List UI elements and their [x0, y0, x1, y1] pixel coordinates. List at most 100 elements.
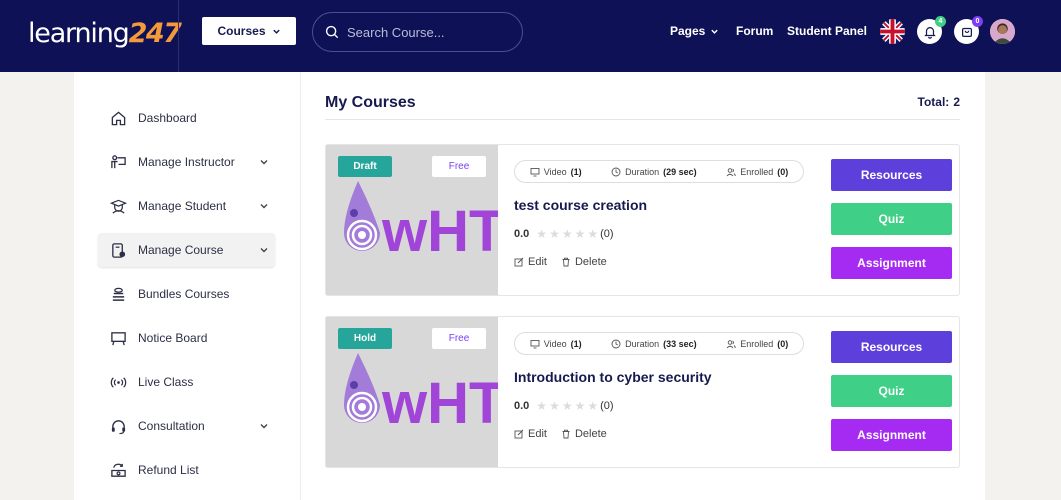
video-count: Video (1) [530, 167, 582, 177]
enrolled-count: Enrolled (0) [726, 339, 788, 349]
sidebar-divider [300, 72, 301, 500]
home-icon [109, 109, 127, 127]
users-icon [726, 339, 736, 348]
star-icon: ★ [561, 399, 573, 413]
enrolled-count: Enrolled (0) [726, 167, 788, 177]
sidebar-item-label: Live Class [138, 375, 194, 389]
chevron-down-icon [260, 248, 268, 253]
search-icon [325, 25, 339, 39]
sidebar-item-label: Bundles Courses [138, 287, 230, 301]
nav-student-panel[interactable]: Student Panel [787, 24, 867, 38]
duration: Duration (33 sec) [611, 339, 697, 349]
chevron-down-icon [260, 160, 268, 165]
chevron-down-icon [711, 29, 719, 34]
broadcast-icon [109, 373, 127, 391]
edit-button[interactable]: Edit [514, 256, 547, 268]
course-logo-image: wHTa [344, 181, 498, 264]
sidebar-item-manage-instructor[interactable]: Manage Instructor [98, 145, 275, 179]
sidebar-item-dashboard[interactable]: Dashboard [98, 101, 275, 135]
star-icon: ★ [574, 399, 586, 413]
chevron-down-icon [260, 424, 268, 429]
course-thumbnail[interactable]: wHTa Draft Free [326, 145, 498, 295]
course-thumbnail[interactable]: wHTa Hold Free [326, 317, 498, 467]
duration: Duration (29 sec) [611, 167, 697, 177]
bundle-icon [109, 285, 127, 303]
rating-count: (0) [600, 400, 614, 412]
cart-button[interactable]: 0 [954, 16, 983, 44]
edit-icon [514, 257, 524, 267]
language-flag-icon[interactable] [880, 19, 905, 44]
top-navbar: learning247 Courses Pages Forum Student … [0, 0, 1061, 72]
assignment-button[interactable]: Assignment [831, 419, 952, 451]
nav-student-panel-label: Student Panel [787, 24, 868, 38]
total-value: 2 [953, 95, 960, 109]
price-badge: Free [432, 328, 486, 349]
course-card: wHTa Hold Free Video(1) Duration(33 sec)… [325, 316, 960, 468]
course-meta: Video (1) Duration (29 sec) Enrolled (0) [514, 160, 804, 183]
course-logo-image: wHTa [344, 353, 498, 436]
notification-button[interactable]: 4 [917, 16, 946, 44]
assignment-button[interactable]: Assignment [831, 247, 952, 279]
search-input[interactable] [347, 24, 507, 40]
rating-value: 0.0 [514, 228, 530, 240]
nav-pages[interactable]: Pages [670, 24, 719, 38]
headset-icon [109, 417, 127, 435]
star-icon: ★ [587, 227, 599, 241]
courses-button-label: Courses [217, 24, 266, 38]
notification-count-badge: 4 [935, 16, 946, 27]
sidebar-item-label: Manage Course [138, 243, 224, 257]
logo-number: 247 [128, 17, 182, 49]
delete-button[interactable]: Delete [561, 428, 607, 440]
resources-button[interactable]: Resources [831, 331, 952, 363]
quiz-button[interactable]: Quiz [831, 375, 952, 407]
clock-icon [611, 339, 621, 348]
user-avatar[interactable] [990, 19, 1015, 44]
nav-pages-label: Pages [670, 24, 706, 38]
star-icon: ★ [549, 227, 560, 241]
sidebar-item-refund-list[interactable]: Refund List [98, 453, 275, 487]
resources-button[interactable]: Resources [831, 159, 952, 191]
sidebar-item-notice-board[interactable]: Notice Board [98, 321, 275, 355]
users-icon [726, 167, 736, 176]
header-divider [178, 0, 179, 72]
sidebar-item-live-class[interactable]: Live Class [98, 365, 275, 399]
status-badge: Hold [338, 328, 392, 349]
edit-icon [514, 429, 524, 439]
trash-icon [562, 257, 570, 267]
course-title[interactable]: Introduction to cyber security [514, 369, 712, 385]
course-rating: 0.0 ★ ★ ★ ★ ★ (0) [514, 399, 614, 413]
delete-button[interactable]: Delete [561, 256, 607, 268]
site-logo[interactable]: learning 247 [28, 14, 182, 52]
courses-dropdown-button[interactable]: Courses [202, 17, 296, 45]
course-icon [109, 241, 127, 259]
star-icon: ★ [536, 227, 548, 241]
course-actions: Edit Delete [514, 256, 607, 268]
price-badge: Free [432, 156, 486, 177]
sidebar-item-bundles-courses[interactable]: Bundles Courses [98, 277, 275, 311]
quiz-button[interactable]: Quiz [831, 203, 952, 235]
sidebar-item-label: Manage Instructor [138, 155, 235, 169]
nav-forum[interactable]: Forum [736, 24, 773, 38]
page-title: My Courses [325, 94, 416, 111]
status-badge: Draft [338, 156, 392, 177]
search-bar [312, 12, 523, 52]
sidebar-item-label: Manage Student [138, 199, 227, 213]
sidebar-item-consultation[interactable]: Consultation [98, 409, 275, 443]
course-title[interactable]: test course creation [514, 197, 647, 213]
sidebar-item-label: Consultation [138, 419, 205, 433]
sidebar-item-manage-student[interactable]: Manage Student [98, 189, 275, 223]
rating-count: (0) [600, 228, 614, 240]
refund-icon [109, 461, 127, 479]
sidebar-item-label: Dashboard [138, 111, 197, 125]
logo-text: learning [28, 17, 130, 49]
course-actions: Edit Delete [514, 428, 607, 440]
student-icon [109, 197, 127, 215]
sidebar-item-manage-course[interactable]: Manage Course [98, 233, 275, 267]
bell-icon [923, 26, 936, 39]
monitor-icon [530, 167, 540, 176]
edit-button[interactable]: Edit [514, 428, 547, 440]
chevron-down-icon [272, 29, 280, 34]
chevron-down-icon [260, 204, 268, 209]
star-icon: ★ [549, 399, 560, 413]
course-total: Total: 2 [918, 95, 960, 109]
